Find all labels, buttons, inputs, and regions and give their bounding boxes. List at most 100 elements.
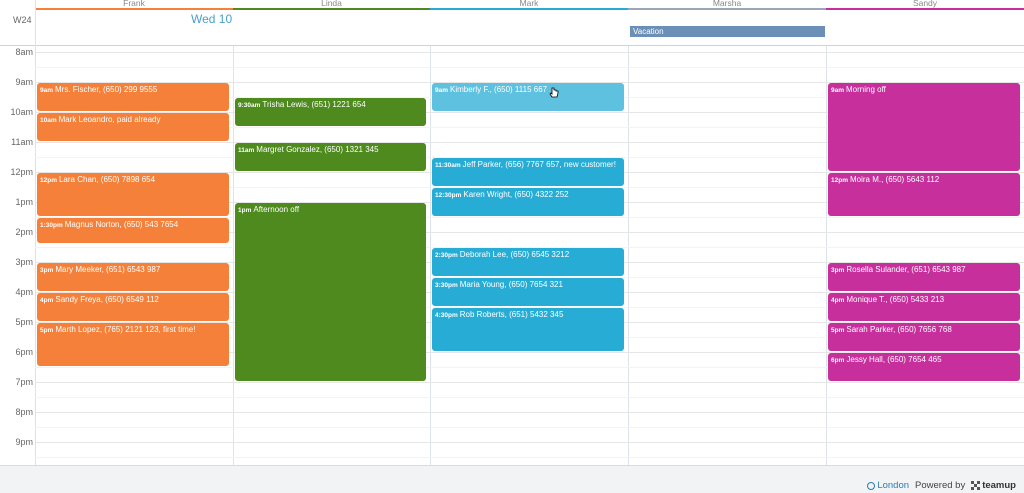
column-divider [430,46,431,465]
timezone-link[interactable]: London [867,480,909,491]
event-time: 4:30pm [435,312,458,319]
column-header-row: Frank Linda Mark Marsha Sandy [0,0,1024,10]
column-header-linda[interactable]: Linda [233,0,430,10]
event-title: Mark Leoandro, paid already [58,115,161,124]
time-label: 3pm [15,257,33,267]
event-frank[interactable]: 3pm Mary Meeker, (651) 6543 987 [37,263,229,291]
event-title: Mary Meeker, (651) 6543 987 [55,265,161,274]
hand-cursor-icon [549,87,559,98]
event-title: Rob Roberts, (651) 5432 345 [459,310,564,319]
event-title: Moira M., (650) 5643 112 [849,175,940,184]
event-title: Sarah Parker, (650) 7656 768 [846,325,952,334]
event-title: Maria Young, (650) 7654 321 [459,280,563,289]
event-title: Sandy Freya, (650) 6549 112 [55,295,159,304]
event-sandy[interactable]: 12pm Moira M., (650) 5643 112 [828,173,1020,216]
hour-line [35,382,1024,383]
event-frank[interactable]: 1:30pm Magnus Norton, (650) 543 7654 [37,218,229,243]
time-label: 11am [11,137,33,147]
event-time: 9am [40,87,54,94]
event-title: Lara Chan, (650) 7898 654 [58,175,156,184]
event-time: 4pm [40,297,54,304]
event-sandy[interactable]: 9am Morning off [828,83,1020,171]
all-day-event-vacation[interactable]: Vacation [630,26,825,37]
event-title: Jeff Parker, (656) 7767 657, new custome… [462,160,616,169]
event-title: Karen Wright, (650) 4322 252 [463,190,569,199]
event-time: 9:30am [238,102,261,109]
event-mark[interactable]: 12:30pm Karen Wright, (650) 4322 252 [432,188,624,216]
event-sandy[interactable]: 3pm Rosella Sulander, (651) 6543 987 [828,263,1020,291]
event-time: 12pm [831,177,848,184]
event-frank[interactable]: 4pm Sandy Freya, (650) 6549 112 [37,293,229,321]
brand-label: teamup [982,480,1016,491]
event-time: 12:30pm [435,192,462,199]
teamup-logo-icon [971,481,981,490]
event-time: 6pm [831,357,845,364]
column-header-label: Marsha [712,0,742,8]
event-time: 10am [40,117,57,124]
event-time: 1pm [238,207,252,214]
column-header-marsha[interactable]: Marsha [628,0,826,10]
column-divider [35,46,36,465]
event-frank[interactable]: 5pm Marth Lopez, (765) 2121 123, first ti… [37,323,229,366]
event-time: 9am [831,87,845,94]
event-title: Mrs. Fischer, (650) 299 9555 [55,85,158,94]
event-mark[interactable]: 11:30am Jeff Parker, (656) 7767 657, new … [432,158,624,186]
event-time: 12pm [40,177,57,184]
event-linda[interactable]: 1pm Afternoon off [235,203,426,381]
column-header-mark[interactable]: Mark [430,0,628,10]
event-title: Morning off [846,85,886,94]
hour-line [35,412,1024,413]
half-hour-line [35,67,1024,68]
event-title: Kimberly F., (650) 1115 667 [450,85,548,94]
event-mark[interactable]: 3:30pm Maria Young, (650) 7654 321 [432,278,624,306]
brand-link[interactable]: teamup [971,480,1016,491]
event-title: Margret Gonzalez, (650) 1321 345 [256,145,379,154]
event-sandy[interactable]: 4pm Monique T., (650) 5433 213 [828,293,1020,321]
event-title: Rosella Sulander, (651) 6543 987 [846,265,966,274]
clock-icon [867,481,876,490]
event-frank[interactable]: 9am Mrs. Fischer, (650) 299 9555 [37,83,229,111]
event-title: Monique T., (650) 5433 213 [846,295,945,304]
footer: London Powered by teamup [0,465,1024,493]
time-label: 9am [15,77,33,87]
column-header-frank[interactable]: Frank [35,0,233,10]
event-sandy[interactable]: 5pm Sarah Parker, (650) 7656 768 [828,323,1020,351]
time-label: 10am [10,107,33,117]
event-title: Afternoon off [253,205,300,214]
event-time: 5pm [40,327,54,334]
event-time: 2:30pm [435,252,458,259]
column-header-label: Mark [519,0,539,8]
event-time: 3:30pm [435,282,458,289]
event-sandy[interactable]: 6pm Jessy Hall, (650) 7654 465 [828,353,1020,381]
event-mark[interactable]: 2:30pm Deborah Lee, (650) 6545 3212 [432,248,624,276]
event-linda[interactable]: 9:30am Trisha Lewis, (651) 1221 654 [235,98,426,126]
time-label: 9pm [15,437,33,447]
all-day-row: W24 Wed 10 Vacation [0,10,1024,46]
column-header-label: Frank [123,0,145,8]
event-mark[interactable]: 4:30pm Rob Roberts, (651) 5432 345 [432,308,624,351]
event-frank[interactable]: 10am Mark Leoandro, paid already [37,113,229,141]
time-grid[interactable]: 8am 9am 10am 11am 12pm 1pm 2pm 3pm 4pm 5pm 6pm 7pm 8… [0,46,1024,465]
event-title: Jessy Hall, (650) 7654 465 [846,355,942,364]
event-time: 5pm [831,327,845,334]
event-time: 3pm [831,267,845,274]
event-time: 4pm [831,297,845,304]
column-divider [233,46,234,465]
event-mark[interactable]: 9am Kimberly F., (650) 1115 667 [432,83,624,111]
date-heading[interactable]: Wed 10 [191,12,232,26]
time-label: 6pm [15,347,33,357]
time-label: 8pm [15,407,33,417]
column-header-sandy[interactable]: Sandy [826,0,1024,10]
half-hour-line [35,397,1024,398]
event-linda[interactable]: 11am Margret Gonzalez, (650) 1321 345 [235,143,426,171]
time-label: 4pm [15,287,33,297]
time-label: 12pm [10,167,33,177]
powered-by-label: Powered by [915,480,966,491]
time-label: 1pm [15,197,33,207]
hour-line [35,442,1024,443]
event-title: Deborah Lee, (650) 6545 3212 [459,250,570,259]
timezone-label: London [877,480,910,491]
column-divider [628,46,629,465]
event-frank[interactable]: 12pm Lara Chan, (650) 7898 654 [37,173,229,216]
event-title: Trisha Lewis, (651) 1221 654 [262,100,366,109]
